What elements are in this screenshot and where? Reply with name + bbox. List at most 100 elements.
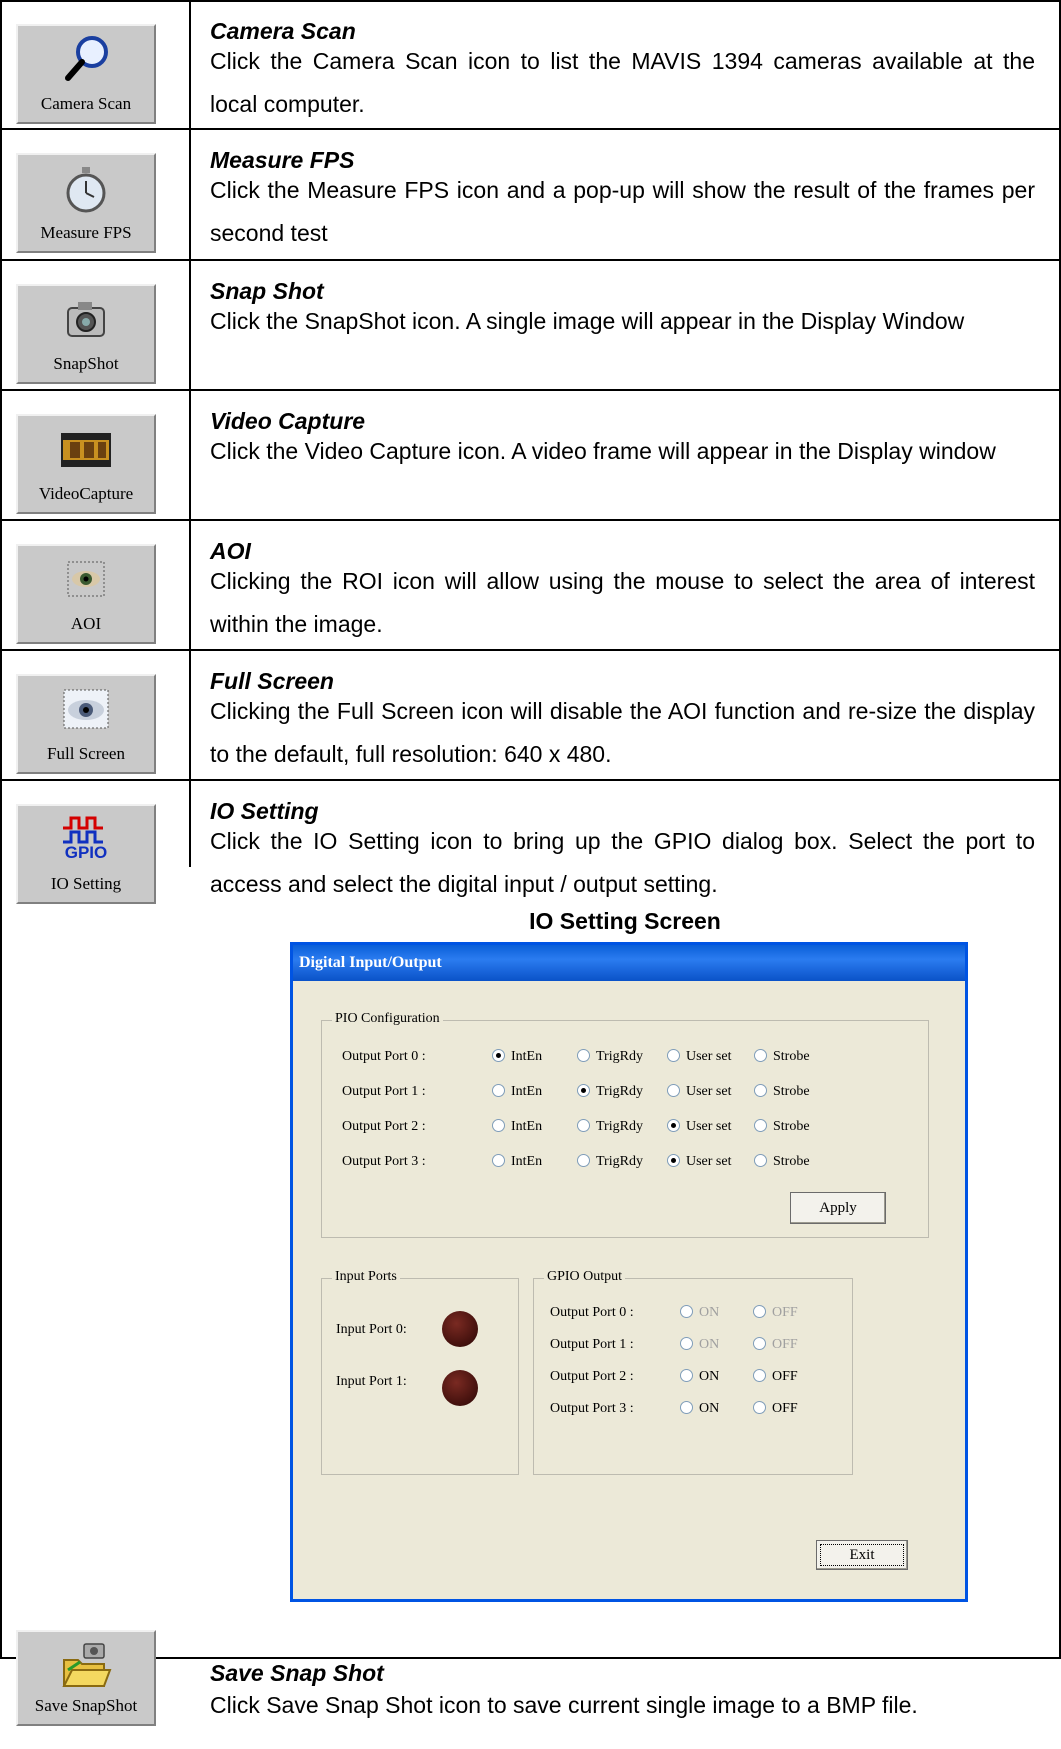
radio-label: User set — [686, 1084, 732, 1099]
digital-io-dialog: Digital Input/Output PIO Configuration O… — [290, 942, 968, 1602]
radio-label: OFF — [772, 1305, 798, 1320]
radio-dot — [667, 1049, 680, 1063]
radio-off[interactable]: OFF — [753, 1369, 798, 1385]
port-label: Output Port 3 : — [550, 1401, 634, 1416]
magnifier-icon — [18, 32, 154, 88]
gpio-row: Output Port 2 : ON OFF — [550, 1369, 840, 1389]
camera-icon — [18, 292, 154, 348]
measure-fps-button[interactable]: Measure FPS — [16, 153, 156, 253]
snapshot-button[interactable]: SnapShot — [16, 284, 156, 384]
radio-label: IntEn — [511, 1084, 543, 1099]
radio-dot — [754, 1049, 767, 1063]
dialog-title: Digital Input/Output — [293, 945, 965, 981]
radio-dot — [577, 1084, 590, 1098]
radio-user-set[interactable]: User set — [667, 1119, 732, 1135]
section-description: Click the Measure FPS icon and a pop-up … — [210, 177, 1035, 246]
fullscreen-eye-icon — [18, 682, 154, 738]
radio-dot — [492, 1049, 505, 1063]
pio-row: Output Port 3 : IntEn TrigRdy User set S… — [342, 1154, 902, 1174]
radio-label: ON — [699, 1305, 720, 1320]
radio-dot — [753, 1305, 766, 1319]
radio-dot — [577, 1049, 590, 1063]
radio-label: OFF — [772, 1369, 798, 1384]
radio-label: OFF — [772, 1401, 798, 1416]
radio-dot — [577, 1154, 590, 1168]
radio-user-set[interactable]: User set — [667, 1049, 732, 1065]
radio-on[interactable]: ON — [680, 1337, 719, 1353]
gpio-row: Output Port 1 : ON OFF — [550, 1337, 840, 1357]
radio-label: User set — [686, 1049, 732, 1064]
table-border-left — [0, 0, 2, 1659]
radio-label: TrigRdy — [596, 1119, 643, 1134]
radio-strobe[interactable]: Strobe — [754, 1084, 810, 1100]
table-rule — [0, 128, 1061, 130]
section-description: Click the SnapShot icon. A single image … — [210, 308, 965, 334]
radio-on[interactable]: ON — [680, 1305, 719, 1321]
radio-label: ON — [699, 1369, 720, 1384]
input-port-0-led-icon — [442, 1311, 478, 1347]
port-label: Output Port 3 : — [342, 1154, 426, 1169]
radio-off[interactable]: OFF — [753, 1337, 798, 1353]
radio-user-set[interactable]: User set — [667, 1154, 732, 1170]
group-title: Input Ports — [332, 1269, 400, 1285]
icon-label: Camera Scan — [40, 94, 132, 113]
radio-user-set[interactable]: User set — [667, 1084, 732, 1100]
exit-button[interactable]: Exit — [816, 1540, 908, 1570]
section-description: Click Save Snap Shot icon to save curren… — [210, 1692, 918, 1718]
camera-scan-button[interactable]: Camera Scan — [16, 24, 156, 124]
pio-row: Output Port 0 : IntEn TrigRdy User set S… — [342, 1049, 902, 1069]
figure-caption: IO Setting Screen — [529, 908, 721, 934]
port-label: Output Port 2 : — [550, 1369, 634, 1384]
table-rule — [0, 649, 1061, 651]
video-capture-button[interactable]: VideoCapture — [16, 414, 156, 514]
radio-label: Strobe — [773, 1049, 810, 1064]
io-setting-button[interactable]: GPIO IO Setting — [16, 804, 156, 904]
gpio-icon: GPIO — [18, 810, 154, 866]
radio-label: TrigRdy — [596, 1049, 643, 1064]
full-screen-button[interactable]: Full Screen — [16, 674, 156, 774]
table-rule — [0, 0, 1061, 2]
radio-inten[interactable]: IntEn — [492, 1049, 542, 1065]
radio-dot — [492, 1084, 505, 1098]
apply-button[interactable]: Apply — [790, 1192, 886, 1224]
radio-label: IntEn — [511, 1049, 543, 1064]
aoi-button[interactable]: AOI — [16, 544, 156, 644]
radio-label: IntEn — [511, 1119, 543, 1134]
section-description: Clicking the Full Screen icon will disab… — [210, 698, 1035, 767]
icon-label: Measure FPS — [40, 223, 132, 242]
table-rule — [0, 1657, 1061, 1659]
radio-off[interactable]: OFF — [753, 1401, 798, 1417]
gpio-output-group: GPIO Output Output Port 0 : ON OFF Outpu… — [533, 1269, 853, 1475]
table-rule — [0, 779, 1061, 781]
radio-strobe[interactable]: Strobe — [754, 1049, 810, 1065]
section-description: Click the Video Capture icon. A video fr… — [210, 438, 996, 464]
radio-inten[interactable]: IntEn — [492, 1084, 542, 1100]
radio-strobe[interactable]: Strobe — [754, 1119, 810, 1135]
gpio-icon-text: GPIO — [64, 843, 108, 862]
stopwatch-icon — [18, 161, 154, 217]
radio-trigrdy[interactable]: TrigRdy — [577, 1084, 643, 1100]
save-snapshot-button[interactable]: Save SnapShot — [16, 1630, 156, 1726]
radio-label: User set — [686, 1119, 732, 1134]
input-port-label: Input Port 0: — [336, 1322, 407, 1337]
radio-inten[interactable]: IntEn — [492, 1119, 542, 1135]
radio-dot — [680, 1401, 693, 1415]
folder-camera-icon — [18, 1638, 154, 1694]
radio-on[interactable]: ON — [680, 1401, 719, 1417]
radio-on[interactable]: ON — [680, 1369, 719, 1385]
radio-off[interactable]: OFF — [753, 1305, 798, 1321]
radio-trigrdy[interactable]: TrigRdy — [577, 1119, 643, 1135]
radio-dot — [754, 1084, 767, 1098]
radio-dot — [577, 1119, 590, 1133]
radio-trigrdy[interactable]: TrigRdy — [577, 1154, 643, 1170]
table-rule — [0, 259, 1061, 261]
radio-label: ON — [699, 1337, 720, 1352]
radio-inten[interactable]: IntEn — [492, 1154, 542, 1170]
radio-label: ON — [699, 1401, 720, 1416]
radio-dot — [754, 1119, 767, 1133]
radio-strobe[interactable]: Strobe — [754, 1154, 810, 1170]
radio-label: Strobe — [773, 1119, 810, 1134]
radio-trigrdy[interactable]: TrigRdy — [577, 1049, 643, 1065]
section-title: Save Snap Shot — [210, 1660, 384, 1686]
radio-dot — [667, 1084, 680, 1098]
